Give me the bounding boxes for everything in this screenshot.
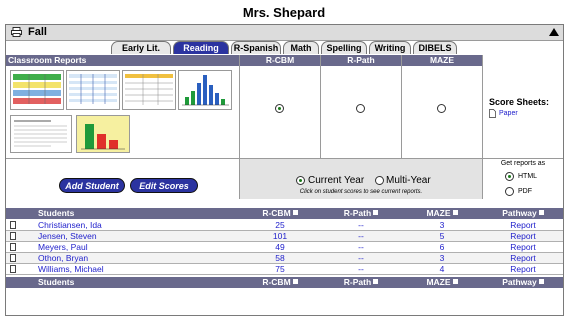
add-student-button[interactable]: Add Student bbox=[59, 178, 125, 193]
students-table-header: Students R-CBM R-Path MAZE Pathway bbox=[6, 208, 563, 219]
r-path-radio[interactable] bbox=[356, 104, 365, 113]
score-sheets-label: Score Sheets: bbox=[489, 97, 550, 107]
pathway-column-footer[interactable]: Pathway bbox=[483, 277, 563, 288]
student-name-link[interactable]: Williams, Michael bbox=[38, 264, 104, 275]
maze-radio[interactable] bbox=[437, 104, 446, 113]
student-document-icon[interactable] bbox=[10, 232, 16, 240]
r-cbm-column-header[interactable]: R-CBM bbox=[240, 208, 320, 219]
students-column-footer[interactable]: Students bbox=[38, 277, 74, 288]
printer-icon[interactable] bbox=[11, 27, 22, 37]
tab-math[interactable]: Math bbox=[283, 41, 319, 54]
student-document-icon[interactable] bbox=[10, 254, 16, 262]
report-thumbnail-table[interactable] bbox=[122, 70, 176, 110]
class-panel: Fall Early Lit. Reading R-Spanish Math S… bbox=[5, 24, 564, 316]
edit-scores-button[interactable]: Edit Scores bbox=[130, 178, 198, 193]
multi-year-radio[interactable] bbox=[375, 176, 384, 185]
maze-score[interactable]: 5 bbox=[402, 231, 482, 242]
maze-header: MAZE bbox=[402, 55, 482, 66]
pathway-report-link[interactable]: Report bbox=[483, 231, 563, 242]
r-path-column-footer[interactable]: R-Path bbox=[321, 277, 401, 288]
maze-column-footer[interactable]: MAZE bbox=[402, 277, 482, 288]
multi-year-label: Multi-Year bbox=[386, 175, 431, 186]
student-name-link[interactable]: Christiansen, Ida bbox=[38, 220, 102, 231]
student-document-icon[interactable] bbox=[10, 243, 16, 251]
student-name-link[interactable]: Meyers, Paul bbox=[38, 242, 88, 253]
r-cbm-score[interactable]: 58 bbox=[240, 253, 320, 264]
pathway-report-link[interactable]: Report bbox=[483, 264, 563, 275]
tab-writing[interactable]: Writing bbox=[369, 41, 411, 54]
table-row: Othon, Bryan 58 -- 3 Report bbox=[6, 253, 563, 264]
pdf-label: PDF bbox=[518, 188, 532, 195]
pathway-report-link[interactable]: Report bbox=[483, 242, 563, 253]
collapse-icon[interactable] bbox=[549, 28, 559, 36]
report-thumbnail-document[interactable] bbox=[10, 115, 72, 153]
maze-column-header[interactable]: MAZE bbox=[402, 208, 482, 219]
tab-spelling[interactable]: Spelling bbox=[321, 41, 367, 54]
r-cbm-score[interactable]: 75 bbox=[240, 264, 320, 275]
r-cbm-column-footer[interactable]: R-CBM bbox=[240, 277, 320, 288]
season-label: Fall bbox=[28, 26, 47, 38]
current-year-label: Current Year bbox=[308, 175, 365, 186]
student-document-icon[interactable] bbox=[10, 221, 16, 229]
r-path-score[interactable]: -- bbox=[321, 220, 401, 231]
r-path-column-header[interactable]: R-Path bbox=[321, 208, 401, 219]
tab-r-spanish[interactable]: R-Spanish bbox=[231, 41, 281, 54]
document-icon bbox=[489, 109, 496, 118]
r-path-score[interactable]: -- bbox=[321, 242, 401, 253]
page-title: Mrs. Shepard bbox=[242, 5, 326, 20]
table-row: Williams, Michael 75 -- 4 Report bbox=[6, 264, 563, 275]
html-radio[interactable] bbox=[505, 172, 514, 181]
pathway-report-link[interactable]: Report bbox=[483, 253, 563, 264]
report-thumbnail-histogram[interactable] bbox=[178, 70, 232, 110]
r-cbm-score[interactable]: 101 bbox=[240, 231, 320, 242]
r-cbm-score[interactable]: 49 bbox=[240, 242, 320, 253]
student-document-icon[interactable] bbox=[10, 265, 16, 273]
score-sheets-paper-link[interactable]: Paper bbox=[499, 110, 518, 117]
year-hint: Click on student scores to see current r… bbox=[299, 189, 423, 195]
r-cbm-score[interactable]: 25 bbox=[240, 220, 320, 231]
pathway-report-link[interactable]: Report bbox=[483, 220, 563, 231]
pathway-column-header[interactable]: Pathway bbox=[483, 208, 563, 219]
tab-early-lit[interactable]: Early Lit. bbox=[111, 41, 171, 54]
maze-score[interactable]: 3 bbox=[402, 220, 482, 231]
header-spacer bbox=[483, 55, 563, 66]
r-path-header: R-Path bbox=[321, 55, 401, 66]
r-path-score[interactable]: -- bbox=[321, 253, 401, 264]
html-label: HTML bbox=[518, 173, 538, 180]
report-thumbnail-bar-chart[interactable] bbox=[76, 115, 130, 153]
report-thumbnail-class-list[interactable] bbox=[10, 70, 64, 110]
student-name-link[interactable]: Jensen, Steven bbox=[38, 231, 97, 242]
season-bar: Fall bbox=[6, 25, 563, 41]
student-name-link[interactable]: Othon, Bryan bbox=[38, 253, 88, 264]
students-column-header[interactable]: Students bbox=[38, 208, 74, 219]
r-path-score[interactable]: -- bbox=[321, 264, 401, 275]
table-row: Christiansen, Ida 25 -- 3 Report bbox=[6, 220, 563, 231]
report-format-label: Get reports as bbox=[500, 160, 546, 167]
r-cbm-radio[interactable] bbox=[275, 104, 284, 113]
report-thumbnail-grid[interactable] bbox=[66, 70, 120, 110]
table-row: Meyers, Paul 49 -- 6 Report bbox=[6, 242, 563, 253]
table-row: Jensen, Steven 101 -- 5 Report bbox=[6, 231, 563, 242]
tab-reading[interactable]: Reading bbox=[173, 41, 229, 54]
r-cbm-header: R-CBM bbox=[240, 55, 320, 66]
maze-score[interactable]: 6 bbox=[402, 242, 482, 253]
pdf-radio[interactable] bbox=[505, 187, 514, 196]
classroom-reports-header: Classroom Reports bbox=[6, 55, 239, 66]
r-path-score[interactable]: -- bbox=[321, 231, 401, 242]
tab-dibels[interactable]: DIBELS bbox=[413, 41, 457, 54]
maze-score[interactable]: 4 bbox=[402, 264, 482, 275]
students-table-footer: Students R-CBM R-Path MAZE Pathway bbox=[6, 277, 563, 288]
maze-score[interactable]: 3 bbox=[402, 253, 482, 264]
current-year-radio[interactable] bbox=[296, 176, 305, 185]
